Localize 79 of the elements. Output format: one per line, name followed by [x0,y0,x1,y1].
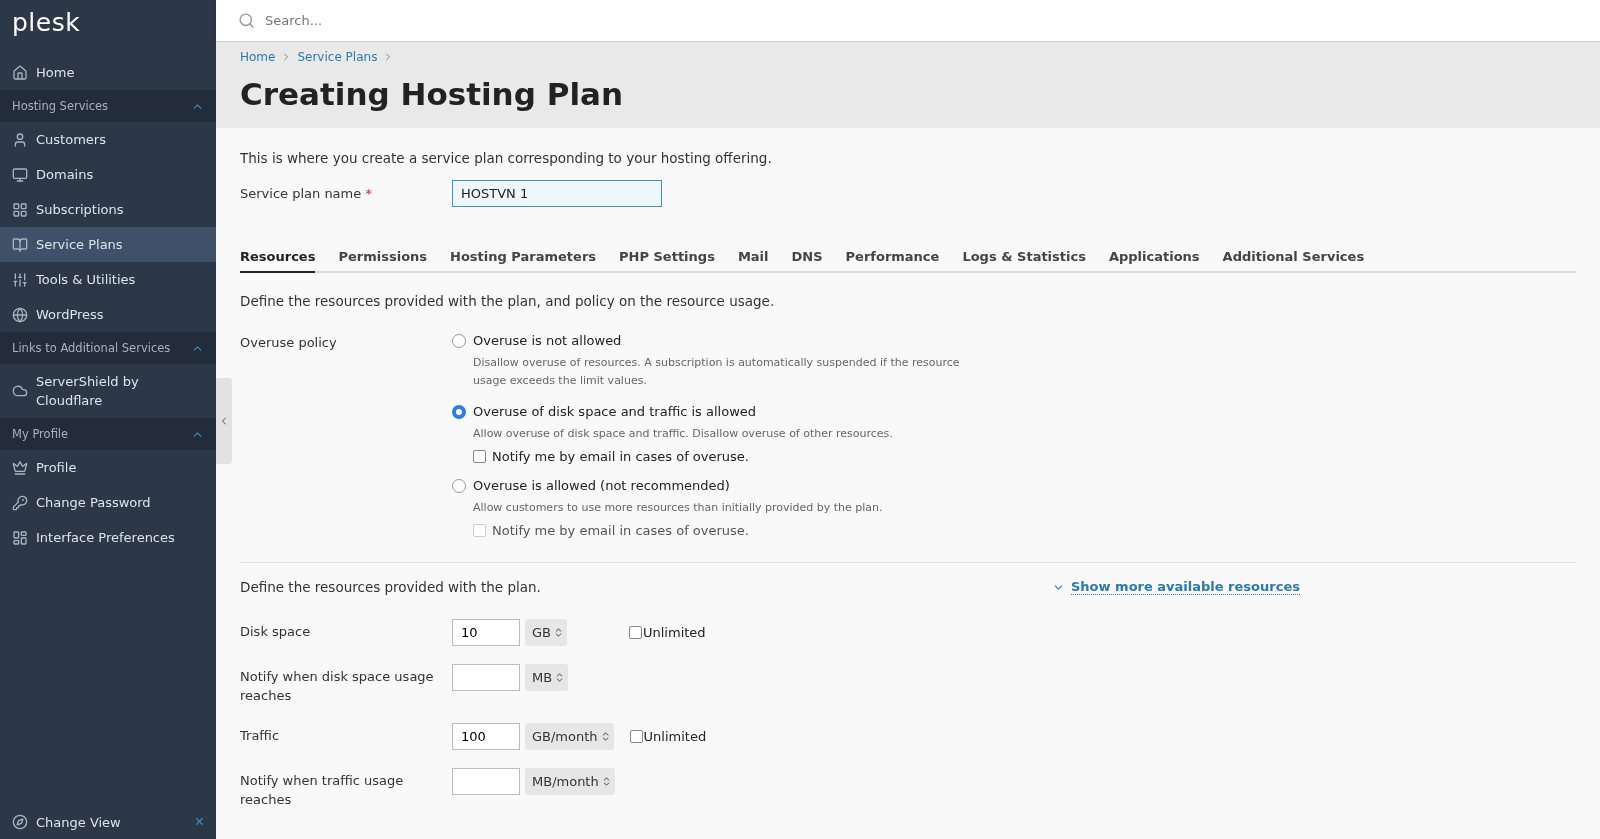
tab[interactable]: Mail [737,243,769,273]
notify-checkbox-option[interactable]: Notify me by email in cases of overuse. [473,449,973,464]
crown-icon [12,459,28,476]
sidebar-item[interactable]: ServerShield by Cloudflare [0,364,216,418]
monitor-icon [12,166,28,183]
field-label: Service plan name * [240,185,373,203]
field-label: Notify when disk space usage reaches [240,668,435,705]
sidebar-item[interactable]: Home [0,55,216,90]
page-title: Creating Hosting Plan [240,76,624,112]
sidebar-item[interactable]: Tools & Utilities [0,262,216,297]
grid-icon [12,201,28,218]
unit-select[interactable]: GB [525,619,567,646]
sidebar-item[interactable]: Service Plans [0,227,216,262]
tab[interactable]: DNS [791,243,823,273]
radio-option[interactable]: Overuse is allowed (not recommended) [452,478,973,493]
tab[interactable]: Resources [240,243,316,273]
sidebar-item[interactable]: Customers [0,122,216,157]
field-label: Overuse policy [240,334,338,352]
updown-icon [553,627,564,638]
radio-button[interactable] [452,333,466,348]
tab[interactable]: Applications [1108,243,1200,273]
unlimited-checkbox-option[interactable]: Unlimited [629,729,730,744]
sidebar-item[interactable]: Profile [0,450,216,485]
search-field[interactable]: Search... [263,12,603,29]
globe-icon [12,306,28,323]
radio-option[interactable]: Overuse of disk space and traffic is allowed [452,404,973,419]
radio-button[interactable] [452,478,466,493]
book-icon [12,236,28,253]
radio-button[interactable] [452,404,466,419]
show-more-link[interactable]: Show more available resources [1052,579,1300,595]
sidebar-item[interactable]: WordPress [0,297,216,332]
unit-select[interactable]: MB/month [525,768,615,795]
unit-select[interactable]: GB/month [525,723,614,750]
person-icon [12,131,28,148]
radio-option[interactable]: Overuse is not allowed [452,333,973,348]
cloud-icon [12,383,28,399]
sidebar-item[interactable]: Subscriptions [0,192,216,227]
unit-select[interactable]: MB [525,664,569,691]
number-input[interactable]: 100 [452,723,520,750]
sidebar-item[interactable]: Domains [0,157,216,192]
option-description: Disallow overuse of resources. A subscription is automatically suspended if the resource usage exceeds the limit values. [473,355,961,389]
sliders-icon [12,271,28,288]
sidebar-section-header[interactable]: Links to Additional Services [0,332,216,364]
intro-text: This is where you create a service plan corresponding to your hosting offering. [240,150,773,166]
field-label: Disk space [240,623,312,641]
home-icon [12,64,28,81]
sidebar-section-header[interactable]: Hosting Services [0,90,216,122]
collapse-sidebar-handle[interactable] [216,378,232,464]
number-input[interactable] [452,768,520,795]
tab[interactable]: Additional Services [1222,243,1365,273]
section-description: Define the resources provided with the plan. [240,579,542,595]
sidebar-section-header[interactable]: My Profile [0,418,216,450]
search-icon [238,12,255,29]
breadcrumb-link[interactable]: Service Plans [297,50,378,64]
dashboard-icon [12,529,28,546]
sidebar-item[interactable]: Interface Preferences [0,520,216,555]
tab[interactable]: Logs & Statistics [962,243,1086,273]
logo: plesk [12,8,81,37]
option-description: Allow overuse of disk space and traffic. Disallow overuse of other resources. [473,426,894,442]
change-view-link[interactable]: Change View [12,814,121,830]
tab[interactable]: PHP Settings [619,243,715,273]
key-icon [12,494,28,511]
checkbox[interactable] [473,450,486,463]
checkbox[interactable] [629,730,643,743]
plan-name-input[interactable]: HOSTVN 1 [452,180,662,207]
section-description: Define the resources provided with the plan, and policy on the resource usage. [240,293,776,309]
breadcrumb-link[interactable]: Home [240,50,276,64]
field-label: Traffic [240,727,281,745]
unlimited-checkbox-option[interactable]: Unlimited [629,625,729,640]
checkbox[interactable] [629,626,642,639]
sidebar-item[interactable]: Change Password [0,485,216,520]
number-input[interactable] [452,664,520,691]
tab[interactable]: Performance [845,243,940,273]
number-input[interactable]: 10 [452,619,520,646]
tab[interactable]: Hosting Parameters [450,243,597,273]
field-label: Notify when traffic usage reaches [240,772,405,809]
compass-icon [12,814,28,830]
option-description: Allow customers to use more resources than initially provided by the plan. [473,500,884,516]
tab[interactable]: Permissions [338,243,428,273]
